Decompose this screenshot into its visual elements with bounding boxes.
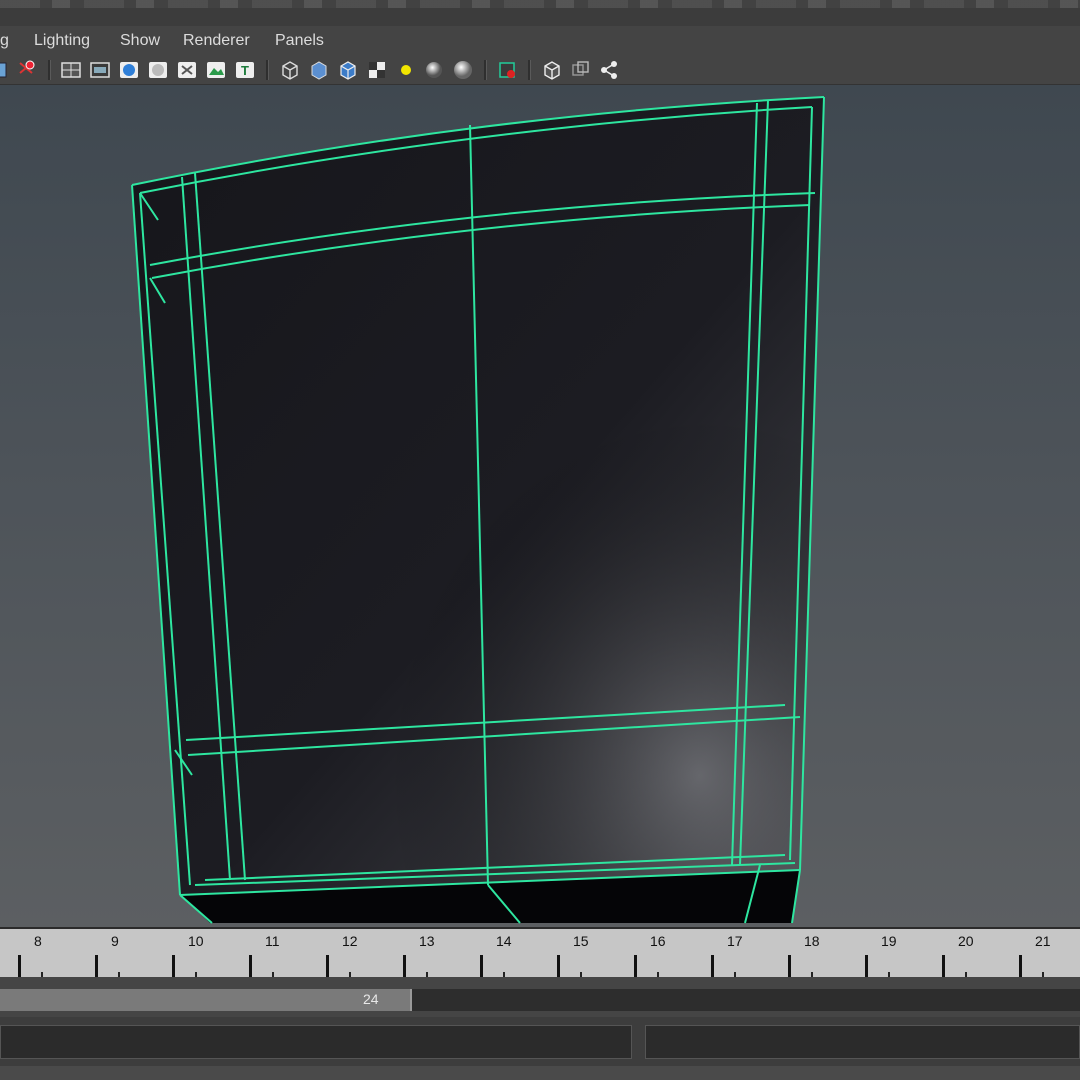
command-input[interactable] — [0, 1025, 632, 1059]
menu-item-show[interactable]: Show — [120, 32, 160, 50]
frame-tick — [634, 955, 637, 979]
default-light-icon[interactable] — [395, 59, 417, 81]
frame-label: 9 — [111, 933, 119, 949]
command-line-bar — [0, 1017, 1080, 1080]
range-end-frame: 24 — [363, 991, 379, 1007]
menu-item-renderer[interactable]: Renderer — [183, 32, 250, 50]
frame-tick — [480, 955, 483, 979]
shelf-strip-clipped — [0, 0, 1080, 8]
frame-label: 21 — [1035, 933, 1051, 949]
frame-tick — [711, 955, 714, 979]
frame-label: 10 — [188, 933, 204, 949]
menu-item-panels[interactable]: Panels — [275, 32, 324, 50]
frame-tick — [172, 955, 175, 979]
wire-on-shaded-icon[interactable] — [541, 59, 563, 81]
time-slider[interactable]: 8 9 10 11 12 13 14 15 16 17 18 19 20 21 — [0, 927, 1080, 979]
checker-icon[interactable] — [366, 59, 388, 81]
command-feedback-field[interactable] — [645, 1025, 1080, 1059]
wireframe-cube-icon[interactable] — [279, 59, 301, 81]
frame-label: 12 — [342, 933, 358, 949]
range-slider-handle[interactable] — [0, 989, 412, 1011]
frame-label: 16 — [650, 933, 666, 949]
move-tool-icon[interactable] — [0, 59, 14, 81]
panel-mesh[interactable] — [131, 96, 825, 924]
frame-tick — [865, 955, 868, 979]
frame-tick — [326, 955, 329, 979]
mesh-canvas — [131, 96, 825, 924]
range-slider-bar: 24 — [0, 977, 1080, 1017]
share-icon[interactable] — [598, 59, 620, 81]
viewport-menu-bar: g Lighting Show Renderer Panels — [0, 26, 1080, 56]
smooth-shade-icon[interactable] — [147, 59, 169, 81]
maya-window: g Lighting Show Renderer Panels T 8 9 10… — [0, 0, 1080, 1080]
help-line — [0, 1066, 1080, 1080]
shading-icon[interactable] — [118, 59, 140, 81]
frame-tick — [942, 955, 945, 979]
frame-label: 19 — [881, 933, 897, 949]
textured-cube-icon[interactable] — [337, 59, 359, 81]
isolate-select-icon[interactable] — [497, 59, 519, 81]
toolbar-separator — [266, 60, 269, 80]
texture-icon[interactable] — [205, 59, 227, 81]
camera-attributes-icon[interactable] — [16, 59, 38, 81]
frame-label: 13 — [419, 933, 435, 949]
frame-tick — [1019, 955, 1022, 979]
film-gate-icon[interactable] — [89, 59, 111, 81]
text-icon[interactable]: T — [234, 59, 256, 81]
frame-label: 18 — [804, 933, 820, 949]
sphere-icon[interactable] — [423, 59, 445, 81]
xray-joints-icon[interactable] — [570, 59, 592, 81]
sphere-smooth-icon[interactable] — [452, 59, 474, 81]
menu-item-lighting[interactable]: Lighting — [34, 32, 90, 50]
frame-tick — [95, 955, 98, 979]
shelf-strip — [0, 0, 1080, 27]
xray-icon[interactable] — [176, 59, 198, 81]
frame-label: 20 — [958, 933, 974, 949]
frame-tick — [403, 955, 406, 979]
shaded-cube-icon[interactable] — [308, 59, 330, 81]
frame-label: 15 — [573, 933, 589, 949]
frame-label: 8 — [34, 933, 42, 949]
toolbar-separator — [528, 60, 531, 80]
frame-label: 14 — [496, 933, 512, 949]
toolbar-separator — [484, 60, 487, 80]
frame-tick — [18, 955, 21, 979]
menu-item-partial[interactable]: g — [0, 32, 9, 50]
viewport-toolbar: T — [0, 56, 1080, 85]
frame-label: 17 — [727, 933, 743, 949]
frame-tick — [249, 955, 252, 979]
svg-text:T: T — [241, 63, 249, 78]
toolbar-separator — [48, 60, 51, 80]
perspective-viewport[interactable] — [0, 85, 1080, 930]
frame-label: 11 — [265, 933, 280, 949]
frame-tick — [557, 955, 560, 979]
frame-tick — [788, 955, 791, 979]
grid-icon[interactable] — [60, 59, 82, 81]
